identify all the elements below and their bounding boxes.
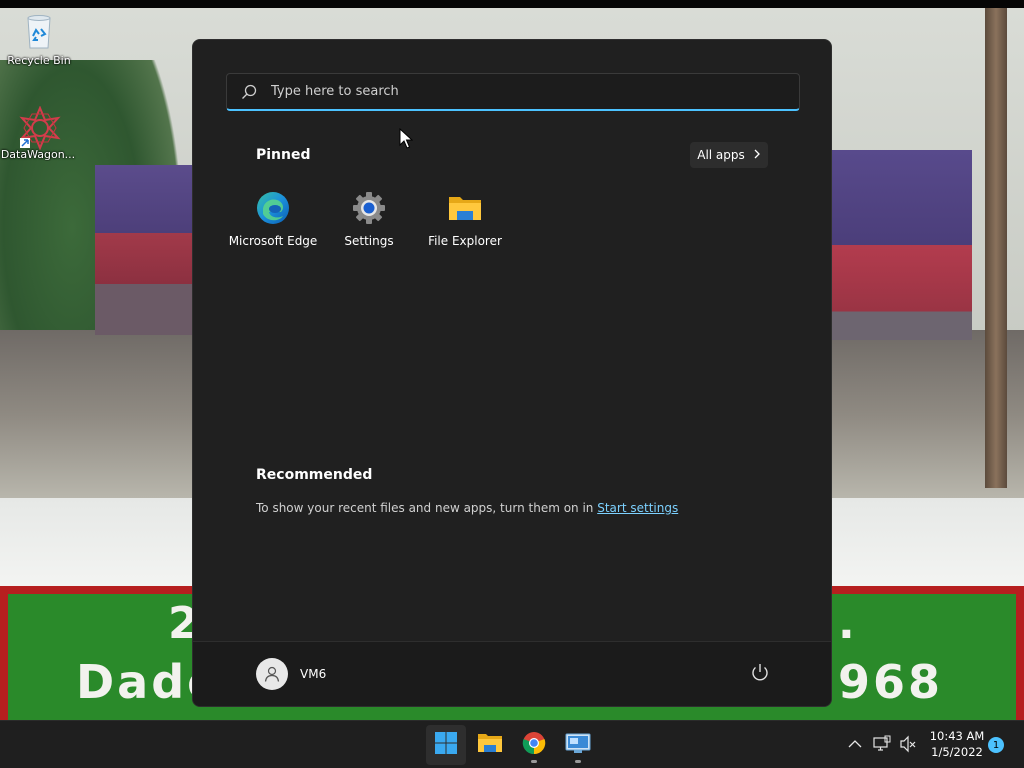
start-search-box[interactable] — [226, 73, 800, 111]
taskbar: 10:43 AM 1/5/2022 1 — [0, 720, 1024, 768]
settings-gear-icon — [351, 190, 387, 226]
start-menu: Pinned All apps Microsoft Edge — [192, 39, 832, 707]
recommended-heading: Recommended — [256, 467, 373, 483]
user-name: VM6 — [300, 667, 327, 681]
remote-desktop-icon — [565, 731, 591, 759]
windows-start-icon — [434, 731, 458, 759]
edge-icon — [255, 190, 291, 226]
pinned-heading: Pinned — [256, 147, 311, 163]
avatar — [256, 658, 288, 690]
mouse-cursor-icon — [399, 127, 414, 150]
taskbar-remote-desktop[interactable] — [558, 725, 598, 765]
pinned-app-file-explorer[interactable]: File Explorer — [417, 188, 513, 248]
running-indicator — [575, 760, 581, 763]
desktop-icon-label: Recycle Bin — [7, 54, 71, 67]
pinned-app-label: File Explorer — [428, 234, 502, 248]
folder-icon — [477, 731, 503, 759]
wallpaper-banner-text: 968 — [838, 655, 944, 709]
chevron-right-icon — [753, 148, 761, 162]
datawagon-icon — [18, 105, 61, 151]
pinned-app-label: Settings — [344, 234, 394, 248]
pinned-app-settings[interactable]: Settings — [321, 188, 417, 248]
clock-date: 1/5/2022 — [931, 745, 983, 759]
taskbar-clock[interactable]: 10:43 AM 1/5/2022 — [924, 728, 990, 760]
search-icon — [241, 84, 257, 100]
taskbar-chrome[interactable] — [514, 725, 554, 765]
start-settings-link[interactable]: Start settings — [597, 501, 678, 515]
user-account-button[interactable]: VM6 — [256, 658, 326, 690]
desktop-icon-datawagon[interactable]: DataWagon... — [0, 105, 76, 161]
notification-badge[interactable]: 1 — [988, 737, 1004, 753]
start-menu-footer: VM6 — [193, 641, 831, 706]
desktop-icon-recycle-bin[interactable]: Recycle Bin — [1, 12, 77, 67]
network-icon[interactable] — [873, 735, 891, 753]
pinned-app-microsoft-edge[interactable]: Microsoft Edge — [225, 188, 321, 248]
recycle-bin-icon — [19, 12, 59, 52]
taskbar-start-button[interactable] — [426, 725, 466, 765]
chevron-up-icon[interactable] — [846, 735, 864, 753]
desktop-icon-label: DataWagon... — [0, 148, 76, 161]
all-apps-button[interactable]: All apps — [690, 142, 768, 168]
power-icon[interactable] — [749, 662, 771, 684]
all-apps-label: All apps — [697, 148, 745, 162]
wallpaper-banner-text: . — [838, 598, 855, 649]
recommended-message: To show your recent files and new apps, … — [256, 501, 678, 515]
chrome-icon — [522, 731, 546, 759]
recommended-message-text: To show your recent files and new apps, … — [256, 501, 598, 515]
taskbar-file-explorer[interactable] — [470, 725, 510, 765]
running-indicator — [531, 760, 537, 763]
folder-icon — [447, 190, 483, 226]
user-icon — [264, 666, 280, 682]
search-input[interactable] — [269, 83, 773, 100]
pinned-app-label: Microsoft Edge — [228, 234, 318, 248]
clock-time: 10:43 AM — [929, 729, 985, 743]
volume-muted-icon[interactable] — [899, 735, 917, 753]
